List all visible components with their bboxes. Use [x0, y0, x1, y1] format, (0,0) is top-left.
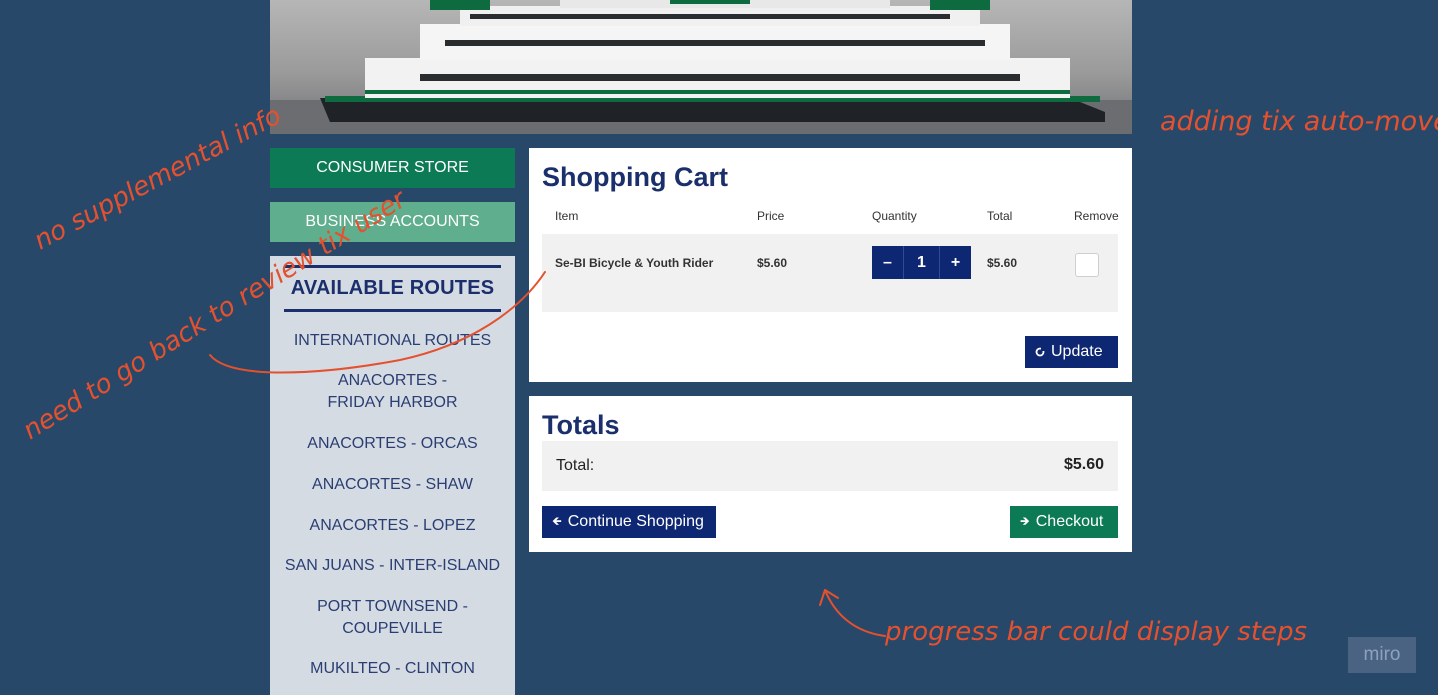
annotation-adding-tix: adding tix auto-moves user to cart: [1160, 106, 1438, 137]
quantity-stepper: – 1 +: [872, 246, 971, 279]
quantity-increase-button[interactable]: +: [940, 254, 971, 272]
miro-watermark: miro: [1348, 637, 1416, 673]
total-value: $5.60: [1063, 456, 1104, 473]
route-link[interactable]: ANACORTES - ORCAS: [270, 433, 515, 455]
cart-row: Se-BI Bicycle & Youth Rider $5.60 – 1 + …: [542, 234, 1118, 312]
cart-item-price: $5.60: [757, 256, 788, 270]
shopping-cart-panel: Shopping Cart Item Price Quantity Total …: [529, 148, 1132, 382]
business-accounts-button[interactable]: BUSINESS ACCOUNTS: [270, 202, 515, 242]
continue-shopping-button[interactable]: 🡸 Continue Shopping: [542, 506, 716, 538]
routes-title-box: AVAILABLE ROUTES: [284, 265, 501, 312]
ferry-hero-image: [270, 0, 1132, 134]
annotation-progress-bar: progress bar could display steps: [884, 617, 1307, 647]
totals-title: Totals: [542, 410, 620, 440]
annotation-no-supplemental: no supplemental info: [29, 101, 286, 257]
column-header-remove: Remove: [1074, 209, 1119, 223]
totals-panel: Totals Total: $5.60 🡸 Continue Shopping …: [529, 396, 1132, 552]
total-row: Total: $5.60: [542, 441, 1118, 491]
cart-item-total: $5.60: [987, 256, 1018, 270]
route-link[interactable]: ANACORTES - SHAW: [270, 474, 515, 496]
annotation-arrow: [824, 589, 886, 637]
arrow-left-icon: 🡸: [552, 513, 562, 528]
quantity-value[interactable]: 1: [903, 246, 940, 279]
route-link[interactable]: PORT TOWNSEND - COUPEVILLE: [270, 596, 515, 640]
consumer-store-button[interactable]: CONSUMER STORE: [270, 148, 515, 188]
column-header-total: Total: [987, 209, 1013, 223]
routes-sidebar: AVAILABLE ROUTES INTERNATIONAL ROUTES AN…: [270, 256, 515, 695]
column-header-price: Price: [757, 209, 785, 223]
route-link[interactable]: ANACORTES - LOPEZ: [270, 515, 515, 537]
arrow-right-icon: 🡺: [1020, 513, 1030, 528]
update-button[interactable]: Update: [1025, 336, 1118, 368]
route-link[interactable]: MUKILTEO - CLINTON: [270, 658, 515, 680]
cart-title: Shopping Cart: [542, 162, 728, 192]
total-label: Total:: [556, 457, 595, 474]
remove-checkbox[interactable]: [1075, 253, 1099, 277]
column-header-item: Item: [555, 209, 579, 223]
continue-shopping-label: Continue Shopping: [567, 513, 704, 530]
route-link[interactable]: ANACORTES - FRIDAY HARBOR: [270, 370, 515, 414]
route-link[interactable]: INTERNATIONAL ROUTES: [270, 330, 515, 352]
routes-title: AVAILABLE ROUTES: [290, 277, 495, 299]
route-link[interactable]: SAN JUANS - INTER-ISLAND: [270, 555, 515, 577]
quantity-decrease-button[interactable]: –: [872, 254, 903, 272]
refresh-icon: [1035, 347, 1045, 357]
checkout-button[interactable]: 🡺 Checkout: [1010, 506, 1118, 538]
checkout-label: Checkout: [1035, 513, 1104, 530]
cart-item-name: Se-BI Bicycle & Youth Rider: [555, 256, 714, 270]
update-label: Update: [1051, 343, 1103, 360]
column-header-quantity: Quantity: [872, 209, 917, 223]
